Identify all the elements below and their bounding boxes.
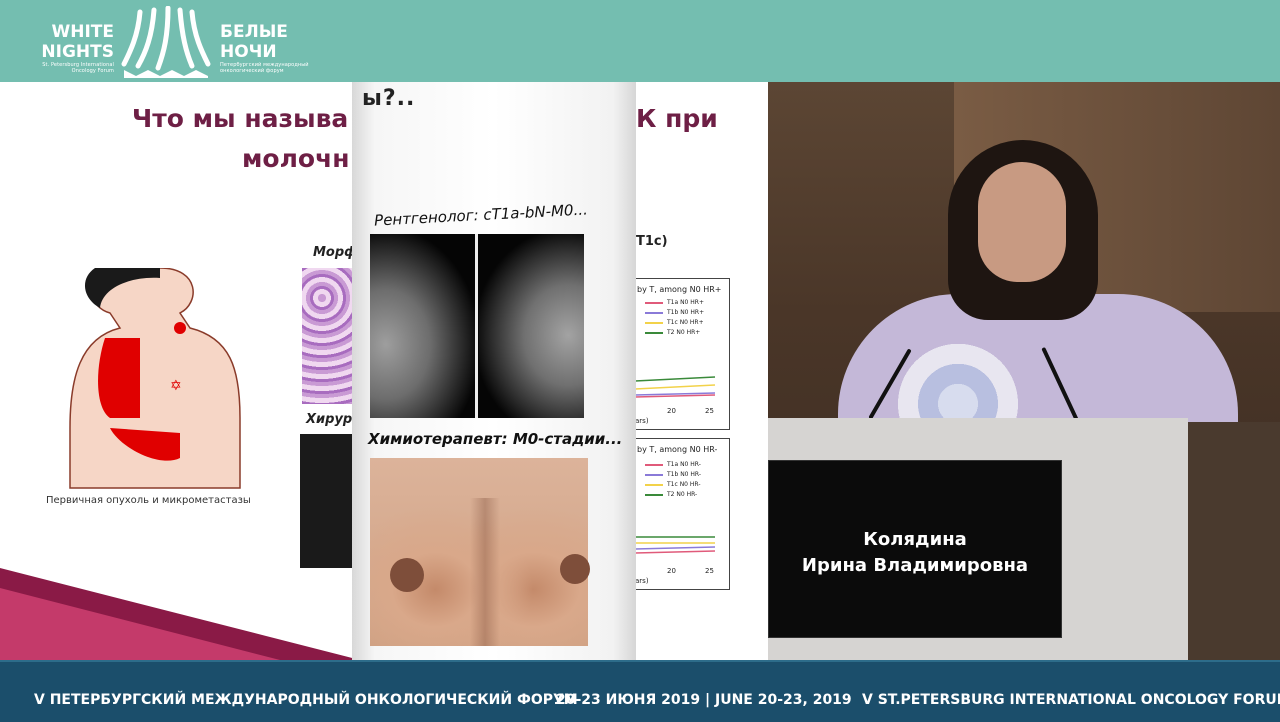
morphology-label: Морф: [313, 245, 358, 260]
slide-title-part1-end: К при: [636, 104, 718, 133]
logo-english: WHITE NIGHTS St. Petersburg Internationa…: [34, 22, 114, 74]
logo-ru-line1: БЕЛЫЕ: [220, 22, 288, 42]
slide-popup-card: ы?.. Рентгенолог: cT1a-bN-M0... Химиотер…: [352, 82, 636, 660]
tick-label: 25: [705, 407, 714, 415]
footer-banner: V ПЕТЕРБУРГСКИЙ МЕЖДУНАРОДНЫЙ ОНКОЛОГИЧЕ…: [0, 660, 1280, 722]
axis-label: ars): [635, 417, 649, 425]
photo-detail: [390, 558, 424, 592]
photo-detail: [470, 498, 500, 646]
legend-item: T1b N0 HR-: [645, 471, 701, 478]
diagram-caption: Первичная опухоль и микрометастазы: [46, 495, 251, 506]
speaker-name-screen: Колядина Ирина Владимировна: [768, 460, 1062, 638]
speaker-video: Колядина Ирина Владимировна: [768, 82, 1280, 660]
survival-chart-hr-negative: by T, among N0 HR- T1a N0 HR- T1b N0 HR-…: [634, 438, 730, 590]
tick-label: 20: [667, 567, 676, 575]
chart-title: by T, among N0 HR-: [637, 445, 718, 454]
axis-label: ars): [635, 577, 649, 585]
mammogram-image: [370, 234, 584, 418]
logo-en-line2: NIGHTS: [41, 42, 114, 62]
white-nights-logo-icon: [121, 6, 211, 78]
legend-item: T1a N0 HR+: [645, 299, 704, 306]
speaker-given-name: Ирина Владимировна: [801, 555, 1029, 576]
tick-label: 25: [705, 567, 714, 575]
photo-detail: [560, 554, 590, 584]
clinical-photo: [370, 458, 590, 646]
radiologist-label: Рентгенолог: cT1a-bN-M0...: [373, 200, 589, 230]
logo-ru-sub: Петербургский международный онкологическ…: [220, 62, 309, 74]
legend-item: T1a N0 HR-: [645, 461, 701, 468]
popup-header: ы?..: [362, 86, 416, 111]
slide-title-part2: молочн: [242, 144, 350, 173]
tick-label: 20: [667, 407, 676, 415]
chemotherapist-label: Химиотерапевт: M0-стадии...: [368, 430, 623, 448]
mammogram-left-view: [370, 234, 475, 418]
top-banner: WHITE NIGHTS St. Petersburg Internationa…: [0, 0, 1280, 82]
legend-item: T1b N0 HR+: [645, 309, 704, 316]
chart-lines: [635, 536, 716, 554]
histology-image: [302, 268, 352, 404]
chart-lines: [635, 376, 716, 398]
legend-item: T2 N0 HR+: [645, 329, 700, 336]
mammogram-right-view: [479, 234, 584, 418]
svg-text:✡: ✡: [170, 378, 182, 394]
mammogram-divider: [475, 234, 478, 418]
logo-en-sub: St. Petersburg International Oncology Fo…: [42, 62, 114, 74]
logo-russian: БЕЛЫЕ НОЧИ Петербургский международный о…: [220, 22, 310, 74]
podium-side: [1188, 422, 1280, 660]
slide-title-part1: Что мы называ: [132, 104, 349, 133]
chart-section-label: T1c): [636, 234, 668, 249]
logo-en-line1: WHITE: [51, 22, 114, 42]
speaker-surname: Колядина: [863, 529, 967, 550]
legend-item: T1c N0 HR-: [645, 481, 701, 488]
speaker-face: [978, 162, 1066, 282]
legend-item: T2 N0 HR-: [645, 491, 697, 498]
footer-dates: 20-23 ИЮНЯ 2019 | JUNE 20-23, 2019: [556, 692, 852, 708]
footer-forum-ru: V ПЕТЕРБУРГСКИЙ МЕЖДУНАРОДНЫЙ ОНКОЛОГИЧЕ…: [34, 692, 578, 708]
slide-corner-stripe: [0, 568, 360, 660]
surgery-mammogram-image: [300, 434, 352, 568]
chart-title: by T, among N0 HR+: [637, 285, 722, 294]
legend-item: T1c N0 HR+: [645, 319, 704, 326]
survival-chart-hr-positive: by T, among N0 HR+ T1a N0 HR+ T1b N0 HR+…: [634, 278, 730, 430]
body-metastasis-diagram-icon: ✡: [69, 268, 241, 489]
logo-ru-line2: НОЧИ: [220, 42, 277, 62]
footer-forum-en: V ST.PETERSBURG INTERNATIONAL ONCOLOGY F…: [862, 692, 1280, 708]
presentation-slide: Что мы называ К при молочн ✡ Первичная о…: [0, 82, 768, 660]
